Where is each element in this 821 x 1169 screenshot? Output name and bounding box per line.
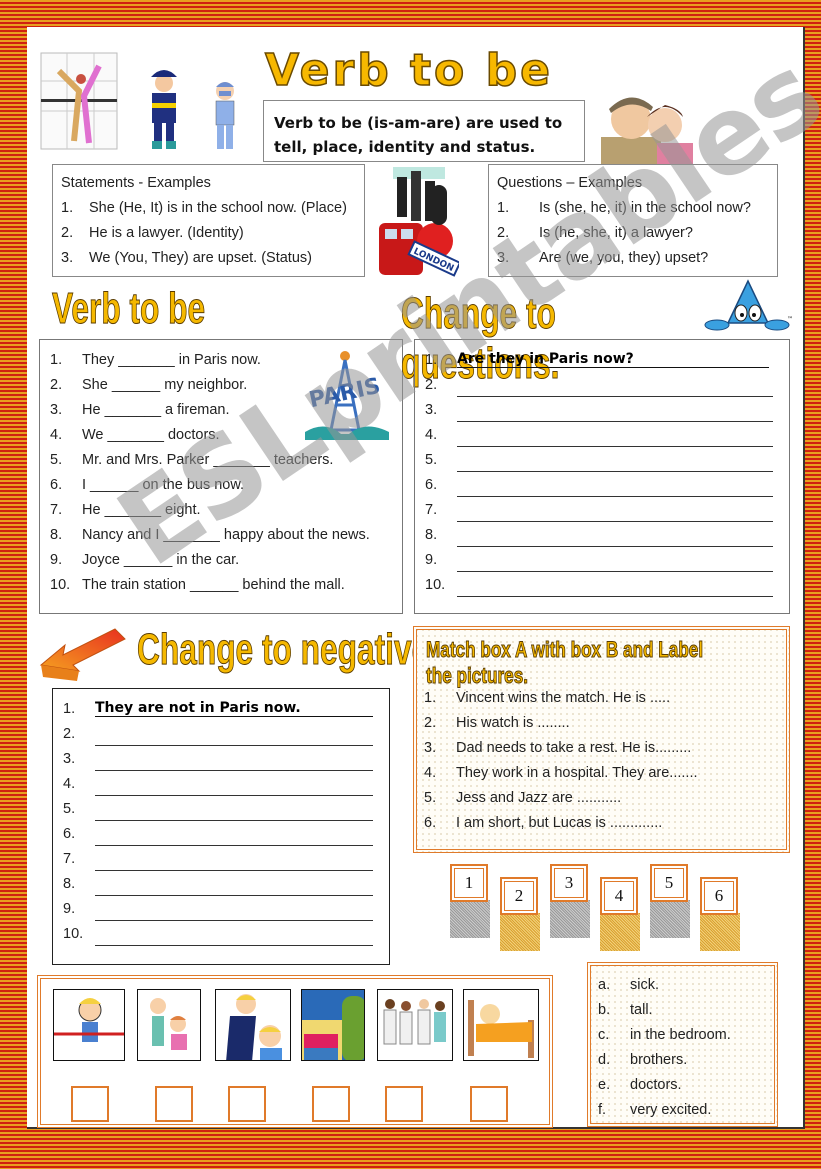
- change-to-negatives-heading: Change to negatives.: [137, 625, 456, 675]
- ballet-dancers-image: [40, 52, 118, 150]
- answer-line[interactable]: 7.: [415, 497, 789, 522]
- answer-line[interactable]: 8.: [53, 871, 389, 896]
- excited-boy-picture: [53, 989, 125, 1061]
- arrow-icon: [39, 628, 126, 681]
- number-card-3: 3: [550, 864, 588, 902]
- answer-line[interactable]: 10.: [53, 921, 389, 946]
- match-box-b: a. sick. b. tall. c. in the bedroom. d. brot…: [587, 962, 778, 1127]
- doctor-image: [215, 82, 235, 149]
- bedroom-picture: [301, 989, 365, 1061]
- worksheet-page: Verb to be Verb to be (is-am-are) are us…: [27, 0, 821, 1129]
- verb-to-be-exercise-box: 1. They _______ in Paris now. 2. She _____…: [39, 339, 403, 614]
- answer-line[interactable]: 7.: [53, 846, 389, 871]
- card-shadow: [600, 913, 640, 951]
- paris-label: PARIS: [307, 374, 383, 413]
- firefighter-image: [151, 70, 177, 149]
- list-item: 3. Are (we, you, they) upset?: [497, 249, 709, 266]
- answer-line[interactable]: 5.: [53, 796, 389, 821]
- example-answer: Are they in Paris now?: [457, 351, 769, 368]
- exercise-item: 9. Joyce ______ in the car.: [50, 551, 240, 568]
- answer-line[interactable]: 10.: [415, 572, 789, 597]
- label-answer-box[interactable]: [385, 1086, 423, 1122]
- answer-line[interactable]: 3.: [53, 746, 389, 771]
- match-item: 3. Dad needs to take a rest. He is.......…: [424, 739, 692, 756]
- questions-examples-box: Questions – Examples 1. Is (she, he, it) …: [488, 164, 778, 277]
- svg-text:™: ™: [787, 316, 793, 323]
- answer-line[interactable]: 1. They are not in Paris now.: [53, 696, 389, 721]
- worksheet-title: Verb to be: [264, 44, 553, 97]
- box-b-item: b. tall.: [598, 1001, 653, 1018]
- answer-line[interactable]: 2.: [415, 372, 789, 397]
- exercise-item: 5. Mr. and Mrs. Parker _______ teachers.: [50, 451, 334, 468]
- label-answer-box[interactable]: [228, 1086, 266, 1122]
- box-b-item: e. doctors.: [598, 1076, 682, 1093]
- list-item: 2. Is (he, she, it) a lawyer?: [497, 224, 693, 241]
- exercise-item: 10. The train station ______ behind the m…: [50, 576, 345, 593]
- box-b-item: a. sick.: [598, 976, 659, 993]
- box-b-item: f. very excited.: [598, 1101, 712, 1118]
- list-item: 3. We (You, They) are upset. (Status): [61, 249, 312, 266]
- label-answer-box[interactable]: [155, 1086, 193, 1122]
- london-image: LONDON: [379, 167, 459, 277]
- exercise-item: 6. I ______ on the bus now.: [50, 476, 245, 493]
- match-item: 5. Jess and Jazz are ...........: [424, 789, 622, 806]
- card-shadow: [550, 900, 590, 938]
- number-card-1: 1: [450, 864, 488, 902]
- answer-line[interactable]: 8.: [415, 522, 789, 547]
- label-answer-box[interactable]: [71, 1086, 109, 1122]
- match-item: 1. Vincent wins the match. He is .....: [424, 689, 671, 706]
- sick-in-bed-picture: [463, 989, 539, 1061]
- answer-line[interactable]: 1. Are they in Paris now?: [415, 347, 789, 372]
- statements-heading: Statements - Examples: [61, 175, 211, 191]
- label-answer-box[interactable]: [312, 1086, 350, 1122]
- pictures-box: [37, 975, 553, 1128]
- questions-examples-heading: Questions – Examples: [497, 175, 643, 191]
- tall-man-boy-picture: [215, 989, 291, 1061]
- answer-line[interactable]: 6.: [415, 472, 789, 497]
- answer-line[interactable]: 2.: [53, 721, 389, 746]
- card-shadow: [500, 913, 540, 951]
- answer-line[interactable]: 4.: [53, 771, 389, 796]
- list-item: 1. She (He, It) is in the school now. (Pl…: [61, 199, 347, 216]
- number-card-2: 2: [500, 877, 538, 915]
- card-shadow: [700, 913, 740, 951]
- list-item: 1. Is (she, he, it) in the school now?: [497, 199, 751, 216]
- example-answer: They are not in Paris now.: [95, 700, 373, 717]
- change-to-questions-box: 1. Are they in Paris now? 2. 3. 4. 5. 6. …: [414, 339, 790, 614]
- eiffel-tower-image: PARIS: [305, 351, 389, 440]
- cartoon-mascot-image: ™: [704, 279, 793, 331]
- number-card-5: 5: [650, 864, 688, 902]
- answer-line[interactable]: 5.: [415, 447, 789, 472]
- match-item: 4. They work in a hospital. They are.....…: [424, 764, 698, 781]
- match-item: 2. His watch is ........: [424, 714, 570, 731]
- change-to-negatives-box: 1. They are not in Paris now. 2. 3. 4. 5.…: [52, 688, 390, 965]
- card-shadow: [650, 900, 690, 938]
- match-box-a: Match box A with box B and Label the pic…: [413, 626, 790, 853]
- intro-text: Verb to be (is-am-are) are used to tell,…: [263, 100, 585, 162]
- match-item: 6. I am short, but Lucas is .............: [424, 814, 663, 831]
- box-b-item: c. in the bedroom.: [598, 1026, 731, 1043]
- label-answer-box[interactable]: [470, 1086, 508, 1122]
- exercise-item: 7. He _______ eight.: [50, 501, 201, 518]
- doctors-picture: [377, 989, 453, 1061]
- number-card-4: 4: [600, 877, 638, 915]
- box-b-item: d. brothers.: [598, 1051, 688, 1068]
- sisters-picture: [137, 989, 201, 1061]
- answer-line[interactable]: 3.: [415, 397, 789, 422]
- list-item: 2. He is a lawyer. (Identity): [61, 224, 244, 241]
- match-heading: Match box A with box B and Label the pic…: [426, 637, 704, 689]
- number-card-6: 6: [700, 877, 738, 915]
- statements-examples-box: Statements - Examples 1. She (He, It) is …: [52, 164, 365, 277]
- elderly-couple-image: [601, 97, 693, 165]
- verb-to-be-heading: Verb to be: [52, 284, 206, 334]
- card-shadow: [450, 900, 490, 938]
- answer-line[interactable]: 9.: [415, 547, 789, 572]
- answer-line[interactable]: 9.: [53, 896, 389, 921]
- exercise-item: 8. Nancy and I _______ happy about the ne…: [50, 526, 370, 543]
- answer-line[interactable]: 4.: [415, 422, 789, 447]
- answer-line[interactable]: 6.: [53, 821, 389, 846]
